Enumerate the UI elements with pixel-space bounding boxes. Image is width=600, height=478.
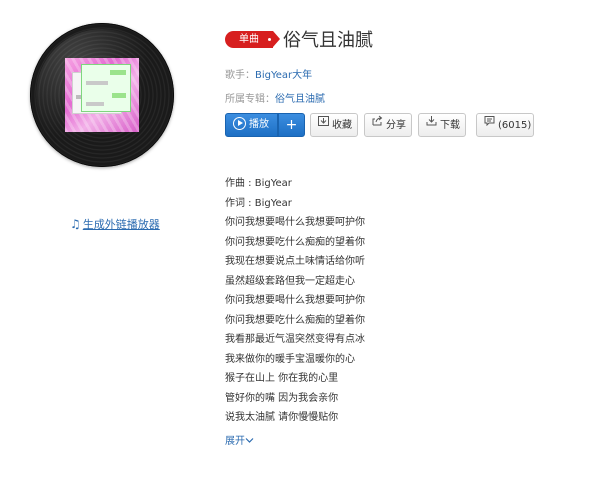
play-button[interactable]: 播放 <box>225 113 278 137</box>
lyric-line: 说我太油腻 请你慢慢贴你 <box>225 412 339 423</box>
download-button[interactable]: 下载 <box>418 113 466 137</box>
generate-player-link-label: 生成外链播放器 <box>82 218 160 231</box>
cover-chat-window-front <box>81 64 131 112</box>
comments-button[interactable]: (6015) <box>476 113 534 137</box>
share-arrow-icon <box>372 113 383 135</box>
collect-box-icon <box>318 113 329 135</box>
collect-button-label: 收藏 <box>332 120 352 131</box>
lyric-line: 作词 : BigYear <box>225 197 292 209</box>
singer-link[interactable]: BigYear大年 <box>255 70 312 81</box>
lyric-line: 你问我想要吃什么痴痴的望着你 <box>225 314 365 326</box>
play-circle-icon <box>233 116 246 130</box>
lyric-line: 你问我想要喝什么我想要呵护你 <box>225 217 365 228</box>
expand-lyrics-link[interactable]: 展开 <box>225 432 254 447</box>
lyric-line: 作曲 : BigYear <box>225 178 292 189</box>
album-cover <box>65 58 139 132</box>
single-badge-label: 单曲 <box>239 34 259 45</box>
expand-lyrics-label: 展开 <box>225 436 245 447</box>
lyric-line: 猴子在山上 你在我的心里 <box>225 373 339 384</box>
singer-label: 歌手： <box>225 70 255 81</box>
singer-row: 歌手：BigYear大年 <box>225 66 312 81</box>
album-link[interactable]: 俗气且油腻 <box>275 94 325 105</box>
lyric-line: 你问我想要喝什么我想要呵护你 <box>225 295 365 306</box>
lyric-line: 我现在想要说点土味情话给你听 <box>225 256 365 267</box>
download-button-label: 下载 <box>440 120 460 131</box>
album-label: 所属专辑： <box>225 94 275 105</box>
lyric-line: 管好你的嘴 因为我会亲你 <box>225 392 339 404</box>
lyric-line: 我看那最近气温突然变得有点冰 <box>225 334 365 345</box>
album-disc <box>30 23 174 167</box>
comment-bubble-icon <box>484 113 495 135</box>
collect-button[interactable]: 收藏 <box>310 113 358 137</box>
lyric-line: 我来做你的暖手宝温暖你的心 <box>225 353 355 365</box>
lyric-line: 你问我想要吃什么痴痴的望着你 <box>225 236 365 248</box>
generate-player-link[interactable]: ♫ 生成外链播放器 <box>70 216 160 232</box>
comments-count: (6015) <box>498 120 532 131</box>
lyric-line: 虽然超级套路但我一定超走心 <box>225 275 355 287</box>
single-badge: 单曲 <box>225 31 280 48</box>
play-button-label: 播放 <box>249 119 269 130</box>
music-note-icon: ♫ <box>70 217 81 231</box>
download-icon <box>426 113 437 135</box>
chevron-down-icon <box>245 436 254 447</box>
share-button[interactable]: 分享 <box>364 113 412 137</box>
add-to-playlist-button[interactable]: + <box>278 113 305 137</box>
lyrics-block: 作曲 : BigYear 作词 : BigYear 你问我想要喝什么我想要呵护你… <box>225 174 365 428</box>
share-button-label: 分享 <box>386 120 406 131</box>
song-title: 俗气且油腻 <box>283 30 373 51</box>
album-row: 所属专辑：俗气且油腻 <box>225 90 325 105</box>
